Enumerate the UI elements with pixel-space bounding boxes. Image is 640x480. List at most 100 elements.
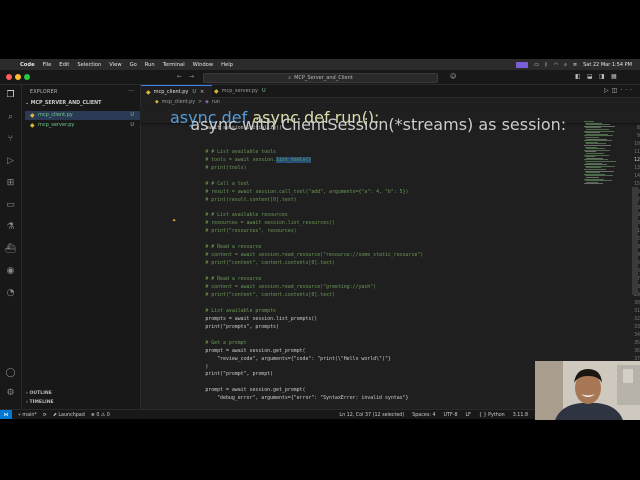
gear-icon[interactable]: ⚙: [4, 387, 17, 400]
menu-window[interactable]: Window: [193, 62, 213, 68]
python-file-icon: ◆: [214, 87, 219, 95]
menu-view[interactable]: View: [109, 62, 121, 68]
indentation[interactable]: Spaces: 4: [412, 413, 435, 418]
search-icon[interactable]: ⌕: [4, 111, 17, 124]
more-actions-icon[interactable]: ···: [620, 87, 635, 94]
webcam-overlay: [535, 361, 640, 420]
wifi-icon[interactable]: ◠: [554, 62, 558, 68]
python-file-icon: ◆: [146, 88, 151, 96]
editor-scrollbar[interactable]: [632, 187, 638, 295]
language-label: Python: [488, 412, 505, 418]
python-file-icon: ◆: [155, 100, 159, 105]
breadcrumb: ◆ mcp_client.py > ◈ run: [141, 98, 640, 107]
python-version[interactable]: 3.11.8: [513, 413, 528, 418]
docker-icon[interactable]: ⛴: [4, 243, 17, 256]
menu-run[interactable]: Run: [145, 62, 155, 68]
source-control-icon[interactable]: ⑂: [4, 133, 17, 146]
forward-arrow-icon[interactable]: →: [189, 73, 194, 80]
launchpad-item[interactable]: ⬈ Launchpad: [53, 413, 85, 418]
language-mode[interactable]: { } Python: [479, 413, 505, 418]
branch-indicator[interactable]: ⑂ main*: [18, 412, 37, 418]
search-icon[interactable]: ⌕: [564, 62, 567, 68]
toggle-sidebar-icon[interactable]: ◧: [575, 73, 581, 80]
outline-label: OUTLINE: [29, 391, 52, 396]
explorer-sidebar: EXPLORER ··· ⌄ MCP_SERVER_AND_CLIENT ◆ m…: [22, 85, 141, 409]
activity-bar: ❐ ⌕ ⑂ ▷ ⊞ ▭ ⚗ ⛴ ◉ ◔ ◯ ⚙: [0, 85, 22, 409]
code-line: prompts = await session.list_prompts(): [170, 315, 318, 322]
sticky-scroll[interactable]: async def async def run(): async with Cl…: [141, 107, 640, 134]
code-line: # print("content", content.contents[0].t…: [170, 291, 335, 298]
zoom-window-icon[interactable]: [24, 74, 30, 80]
code-line: # content = await session.read_resource(…: [170, 252, 424, 259]
encoding[interactable]: UTF-8: [444, 413, 458, 418]
code-line: # # List available tools: [170, 148, 276, 155]
layout-icon[interactable]: ▦: [611, 73, 617, 80]
workspace-folder[interactable]: ⌄ MCP_SERVER_AND_CLIENT: [25, 101, 138, 106]
remote-explorer-icon[interactable]: ▭: [4, 199, 17, 212]
code-line: # print("content", content.contents[0].t…: [170, 260, 335, 267]
bluetooth-icon[interactable]: ᛒ: [545, 62, 548, 68]
timeline-icon[interactable]: ◔: [4, 287, 17, 300]
code-line: "debug_error", arguments={"error": "Synt…: [170, 395, 409, 402]
screen-record-icon[interactable]: [515, 61, 528, 68]
code-line: "review_code", arguments={"code": "print…: [170, 355, 391, 362]
window-titlebar: ← → ⌕ MCP_Server_and_Client ☺ ◧ ⬓ ◨ ▦: [0, 70, 640, 85]
remote-indicator-icon[interactable]: ⋈: [0, 410, 12, 419]
untracked-badge: U: [130, 122, 134, 128]
toggle-panel-icon[interactable]: ⬓: [587, 73, 593, 80]
outline-section[interactable]: › OUTLINE: [26, 391, 52, 396]
file-mcp-server[interactable]: ◆ mcp_server.py U: [30, 121, 140, 130]
end-of-line[interactable]: LF: [466, 413, 471, 418]
copilot-icon[interactable]: ☺: [450, 73, 456, 80]
launchpad-label: Launchpad: [58, 412, 85, 418]
clock[interactable]: Sat 22 Mar 1:54 PM: [583, 62, 632, 68]
menu-go[interactable]: Go: [130, 62, 137, 68]
menu-app-name[interactable]: Code: [20, 62, 35, 68]
github-icon[interactable]: ◉: [4, 265, 17, 278]
close-tab-icon[interactable]: ×: [200, 89, 204, 95]
breadcrumb-file[interactable]: mcp_client.py: [162, 100, 195, 105]
code-line: # # List available resources: [170, 212, 288, 219]
search-icon: ⌕: [288, 75, 292, 81]
timeline-label: TIMELINE: [29, 400, 54, 405]
tab-mcp-client[interactable]: ◆ mcp_client.py U ×: [141, 85, 212, 98]
tab-mcp-server[interactable]: ◆ mcp_server.py U: [209, 85, 280, 97]
testing-icon[interactable]: ⚗: [4, 221, 17, 234]
minimize-window-icon[interactable]: [15, 74, 21, 80]
code-line: # # Call a tool: [170, 180, 250, 187]
command-center-search[interactable]: ⌕ MCP_Server_and_Client: [203, 73, 438, 83]
file-mcp-client[interactable]: ◆ mcp_client.py U: [25, 111, 140, 120]
menu-selection[interactable]: Selection: [77, 62, 101, 68]
breadcrumb-symbol[interactable]: run: [212, 100, 220, 105]
code-line: # resources = await session.list_resourc…: [170, 220, 335, 227]
close-window-icon[interactable]: [6, 74, 12, 80]
menu-edit[interactable]: Edit: [59, 62, 69, 68]
battery-icon[interactable]: ▭: [534, 62, 539, 68]
explorer-icon[interactable]: ❐: [4, 89, 17, 102]
code-line: # print(result.content[0].text): [170, 196, 297, 203]
control-center-icon[interactable]: ≡: [573, 62, 577, 68]
lightbulb-icon[interactable]: ✦: [172, 218, 176, 224]
problems-indicator[interactable]: ⊗ 0 ⚠ 0: [91, 413, 110, 418]
run-debug-icon[interactable]: ▷: [4, 155, 17, 168]
code-line: # print(tools): [170, 164, 247, 171]
extensions-icon[interactable]: ⊞: [4, 177, 17, 190]
sync-icon[interactable]: ⟳: [43, 413, 47, 418]
editor-actions: ▷◫···: [604, 87, 635, 94]
timeline-section[interactable]: › TIMELINE: [26, 400, 54, 405]
menu-terminal[interactable]: Terminal: [163, 62, 185, 68]
cursor-position[interactable]: Ln 12, Col 37 (12 selected): [339, 413, 404, 418]
menu-help[interactable]: Help: [221, 62, 233, 68]
command-center-label: MCP_Server_and_Client: [294, 75, 353, 81]
back-arrow-icon[interactable]: ←: [177, 73, 182, 80]
split-editor-icon[interactable]: ◫: [612, 87, 621, 94]
more-actions-icon[interactable]: ···: [128, 88, 134, 95]
account-icon[interactable]: ◯: [4, 367, 17, 380]
toggle-secondary-sidebar-icon[interactable]: ◨: [599, 73, 605, 80]
code-line: # Get a prompt: [170, 339, 247, 346]
menu-file[interactable]: File: [43, 62, 52, 68]
code-line: prompt = await session.get_prompt(: [170, 347, 306, 354]
minimap-line: [584, 183, 603, 185]
run-file-icon[interactable]: ▷: [604, 87, 612, 94]
mac-menubar: Code File Edit Selection View Go Run Ter…: [0, 59, 640, 70]
